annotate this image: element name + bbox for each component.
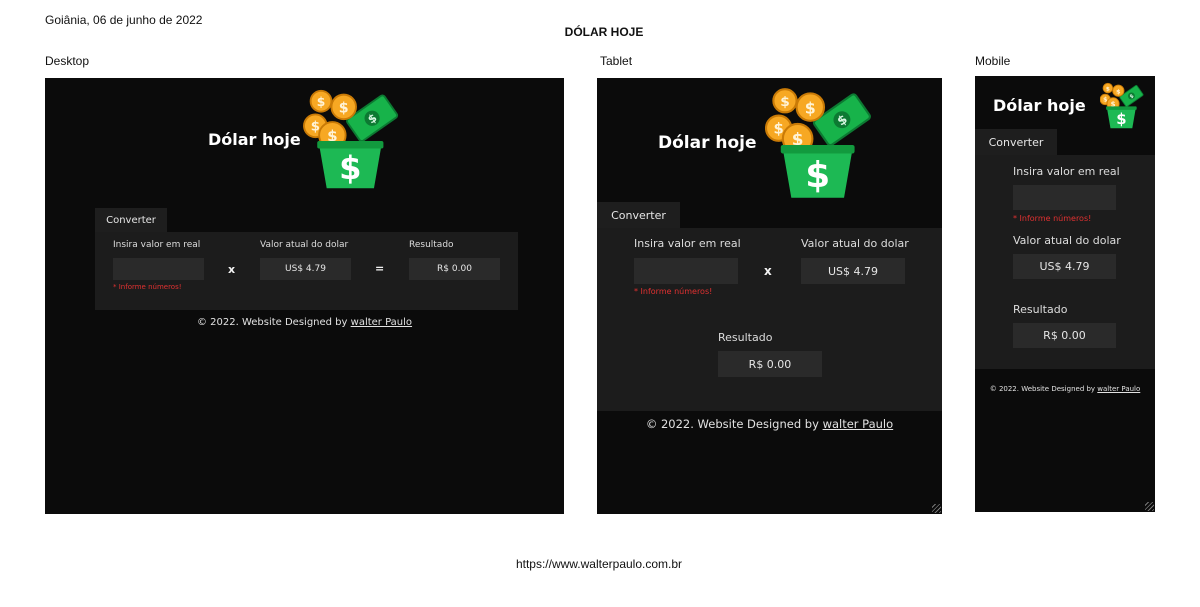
resize-grip[interactable] [932,504,941,513]
bucket-icon: $ [1106,106,1137,129]
footer: © 2022. Website Designed by walter Paulo [975,385,1155,393]
svg-text:$: $ [805,155,830,196]
equals-sign: = [375,262,385,275]
footer-author-link[interactable]: walter Paulo [351,317,412,328]
error-message: * Informe números! [634,287,713,296]
converter-panel: Insira valor em real * Informe números! … [597,228,942,411]
error-message: * Informe números! [1013,214,1092,223]
result-label: Resultado [409,240,454,250]
svg-text:$: $ [1116,111,1126,128]
coin-icon: $ [1102,82,1114,94]
footer: © 2022. Website Designed by walter Paulo [597,417,942,431]
result-label: Resultado [1013,303,1068,316]
frame-label-mobile: Mobile [975,54,1011,68]
coin-icon: $ [1112,84,1125,97]
result-field: R$ 0.00 [409,258,500,280]
tab-converter[interactable]: Converter [95,208,167,232]
tab-converter[interactable]: Converter [975,129,1057,155]
result-field: R$ 0.00 [1013,323,1116,348]
result-label: Resultado [718,331,773,344]
document-url: https://www.walterpaulo.com.br [515,557,683,571]
coin-icon: $ [309,89,333,113]
dollar-bucket-logo-icon: $ $ $ $ $ $ [1099,82,1148,130]
converter-panel: Insira valor em real * Informe números! … [975,155,1155,369]
svg-text:$: $ [339,101,349,117]
times-sign: x [764,264,772,278]
bucket-icon: $ [780,145,855,198]
real-value-input[interactable] [1013,185,1116,210]
converter-panel: Insira valor em real * Informe números! … [95,232,518,310]
resize-grip[interactable] [1145,502,1154,511]
footer-text: © 2022. Website Designed by [645,417,823,431]
brand-title: Dólar hoje [993,96,1086,115]
result-field: R$ 0.00 [718,351,822,377]
times-sign: x [228,263,236,276]
rate-label: Valor atual do dolar [801,237,909,250]
rate-label: Valor atual do dolar [1013,234,1121,247]
footer-text: © 2022. Website Designed by [989,385,1098,393]
error-message: * Informe números! [113,283,182,291]
footer-text: © 2022. Website Designed by [196,317,351,328]
svg-text:$: $ [317,95,326,109]
input-label: Insira valor em real [634,237,741,250]
rate-field: US$ 4.79 [801,258,905,284]
footer-author-link[interactable]: walter Paulo [823,417,894,431]
document-title: DÓLAR HOJE [564,25,644,39]
svg-text:$: $ [1106,86,1110,92]
coin-icon: $ [772,88,798,114]
tablet-preview: Dólar hoje $ $ $ $ $ $ Converter Insira … [597,78,942,514]
dollar-bucket-logo-icon: $ $ $ $ $ $ [764,86,883,202]
bucket-icon: $ [317,140,384,189]
coin-icon: $ [330,93,357,121]
rate-label: Valor atual do dolar [260,240,349,250]
input-label: Insira valor em real [1013,165,1120,178]
brand-title: Dólar hoje [208,130,301,149]
real-value-input[interactable] [634,258,738,284]
svg-text:$: $ [774,120,784,137]
footer-author-link[interactable]: walter Paulo [1097,385,1140,393]
svg-text:$: $ [805,98,816,117]
frame-label-desktop: Desktop [45,54,90,68]
coin-icon: $ [795,92,826,122]
dollar-bucket-logo-icon: $ $ $ $ $ $ [303,88,409,192]
real-value-input[interactable] [113,258,204,280]
frame-label-tablet: Tablet [600,54,633,68]
svg-text:$: $ [339,149,361,187]
mobile-preview: Dólar hoje $ $ $ $ $ $ Converter Insira … [975,76,1155,512]
svg-text:$: $ [1116,87,1121,95]
rate-field: US$ 4.79 [260,258,351,280]
footer: © 2022. Website Designed by walter Paulo [45,317,564,328]
tab-converter[interactable]: Converter [597,202,680,228]
rate-field: US$ 4.79 [1013,254,1116,279]
desktop-preview: Dólar hoje $ $ $ $ $ $ Converter Insira … [45,78,564,514]
input-label: Insira valor em real [113,240,201,250]
svg-text:$: $ [780,94,790,110]
brand-title: Dólar hoje [658,133,757,153]
